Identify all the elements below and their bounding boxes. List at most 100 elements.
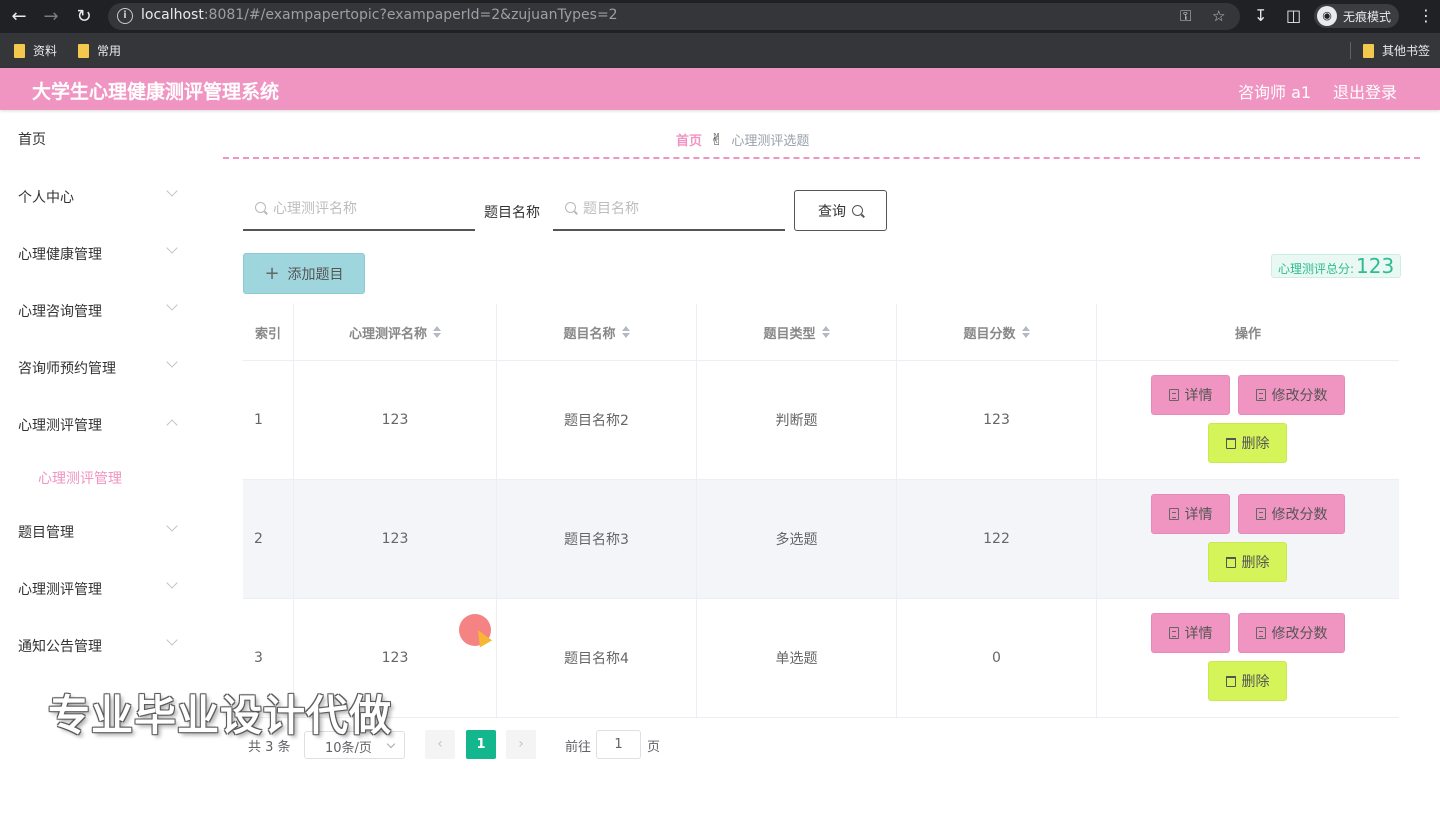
topic-name-input[interactable]: [583, 201, 773, 217]
download-icon[interactable]: ↧: [1254, 6, 1267, 25]
topic-name-search[interactable]: [553, 190, 785, 231]
breadcrumb: 首页 ✌ 心理测评选题: [676, 130, 809, 149]
detail-button[interactable]: 详情: [1151, 613, 1230, 653]
cell-type: 判断题: [697, 361, 897, 479]
chevron-up-icon: [166, 419, 178, 431]
cell-index: 1: [243, 361, 294, 479]
column-header-exam[interactable]: 心理测评名称: [294, 304, 497, 361]
exam-name-input[interactable]: [273, 201, 463, 217]
cell-topic: 题目名称4: [497, 599, 697, 717]
sidebar-item-topics[interactable]: 题目管理: [18, 522, 74, 542]
folder-icon: [1363, 43, 1374, 58]
sidebar-item-health[interactable]: 心理健康管理: [18, 244, 102, 264]
cell-index: 2: [243, 480, 294, 598]
trash-icon: [1225, 556, 1236, 568]
delete-button[interactable]: 删除: [1208, 542, 1287, 582]
chevron-down-icon: [166, 520, 178, 532]
row-actions: 详情 修改分数 删除: [1098, 480, 1399, 598]
delete-button[interactable]: 删除: [1208, 423, 1287, 463]
chevron-down-icon: [166, 356, 178, 368]
address-bar[interactable]: i localhost:8081/#/exampapertopic?exampa…: [108, 3, 1240, 30]
breadcrumb-divider: [223, 157, 1420, 159]
delete-button[interactable]: 删除: [1208, 661, 1287, 701]
document-icon: [1168, 508, 1179, 520]
sidebar-item-consult[interactable]: 心理咨询管理: [18, 301, 102, 321]
sidebar-item-home[interactable]: 首页: [18, 129, 46, 149]
more-menu-icon[interactable]: ⋮: [1418, 6, 1434, 25]
cell-score: 123: [897, 361, 1097, 479]
add-topic-button[interactable]: + 添加题目: [243, 253, 365, 294]
exam-name-search[interactable]: [243, 190, 475, 231]
document-icon: [1168, 627, 1179, 639]
forward-arrow-icon[interactable]: →: [40, 6, 62, 28]
cell-topic: 题目名称2: [497, 361, 697, 479]
table-row: 2 123 题目名称3 多选题 122 详情 修改分数 删除: [243, 480, 1399, 599]
sort-icon[interactable]: [821, 326, 830, 338]
incognito-indicator[interactable]: ◉ 无痕模式: [1314, 4, 1400, 28]
detail-button[interactable]: 详情: [1151, 375, 1230, 415]
cell-score: 122: [897, 480, 1097, 598]
breadcrumb-home[interactable]: 首页: [676, 130, 702, 149]
row-actions: 详情 修改分数 删除: [1098, 361, 1399, 479]
goto-label: 前往: [565, 740, 592, 755]
bookmarks-bar: 资料 常用 其他书签: [0, 33, 1440, 68]
sidebar-subitem-assessment[interactable]: 心理测评管理: [38, 468, 122, 488]
folder-icon: [78, 43, 89, 58]
breadcrumb-current: 心理测评选题: [731, 134, 810, 149]
document-icon: [1255, 508, 1266, 520]
bookmarks-divider: [1350, 42, 1351, 59]
column-header-actions: 操作: [1097, 304, 1399, 361]
sort-icon[interactable]: [1021, 326, 1030, 338]
sort-icon[interactable]: [621, 326, 630, 338]
total-score-badge: 心理测评总分: 123: [1271, 254, 1402, 278]
app-title: 大学生心理健康测评管理系统: [32, 81, 280, 103]
query-button[interactable]: 查询: [794, 190, 887, 231]
app-header: 大学生心理健康测评管理系统 咨询师 a1 退出登录: [0, 68, 1440, 110]
detail-button[interactable]: 详情: [1151, 494, 1230, 534]
edit-score-button[interactable]: 修改分数: [1238, 613, 1345, 653]
search-icon: [852, 205, 863, 216]
column-header-score[interactable]: 题目分数: [897, 304, 1097, 361]
sidebar-item-notice[interactable]: 通知公告管理: [18, 636, 102, 656]
sidebar-item-profile[interactable]: 个人中心: [18, 187, 74, 207]
bookmark-folder[interactable]: 常用: [78, 42, 121, 59]
cell-score: 0: [897, 599, 1097, 717]
star-icon[interactable]: ☆: [1212, 7, 1225, 25]
reload-icon[interactable]: ↻: [73, 6, 95, 28]
cell-topic: 题目名称3: [497, 480, 697, 598]
page-unit-label: 页: [647, 740, 661, 755]
cell-type: 多选题: [697, 480, 897, 598]
topics-table: 索引 心理测评名称 题目名称 题目类型 题目分数 操作 1 123 题目名称2 …: [243, 304, 1399, 718]
site-info-icon[interactable]: i: [117, 8, 133, 24]
trash-icon: [1225, 437, 1236, 449]
search-icon: [255, 202, 266, 213]
column-header-topic[interactable]: 题目名称: [497, 304, 697, 361]
key-icon[interactable]: ⚿: [1180, 7, 1191, 25]
sort-icon[interactable]: [433, 326, 441, 338]
logout-link[interactable]: 退出登录: [1333, 79, 1397, 103]
incognito-icon: ◉: [1317, 6, 1337, 26]
trash-icon: [1225, 675, 1236, 687]
watermark-text: 专业毕业设计代做: [48, 691, 393, 740]
goto-page-input[interactable]: 1: [596, 730, 641, 759]
sidebar-item-assessment-2[interactable]: 心理测评管理: [18, 579, 102, 599]
url-text[interactable]: localhost:8081/#/exampapertopic?exampape…: [141, 7, 618, 23]
prev-page-button[interactable]: ‹: [425, 730, 455, 759]
sidebar-item-appointment[interactable]: 咨询师预约管理: [18, 358, 116, 378]
bookmark-folder[interactable]: 资料: [14, 42, 57, 59]
chevron-down-icon: [166, 577, 178, 589]
document-icon: [1255, 627, 1266, 639]
chevron-down-icon: [166, 242, 178, 254]
column-header-type[interactable]: 题目类型: [697, 304, 897, 361]
page-number-button[interactable]: 1: [466, 730, 496, 759]
back-arrow-icon[interactable]: ←: [8, 6, 30, 28]
other-bookmarks[interactable]: 其他书签: [1363, 42, 1430, 59]
sidebar-item-assessment[interactable]: 心理测评管理: [18, 415, 102, 435]
chevron-down-icon: [166, 634, 178, 646]
document-icon: [1255, 389, 1266, 401]
next-page-button[interactable]: ›: [506, 730, 536, 759]
edit-score-button[interactable]: 修改分数: [1238, 375, 1345, 415]
side-panel-icon[interactable]: ◫: [1286, 6, 1301, 25]
edit-score-button[interactable]: 修改分数: [1238, 494, 1345, 534]
folder-icon: [14, 43, 25, 58]
